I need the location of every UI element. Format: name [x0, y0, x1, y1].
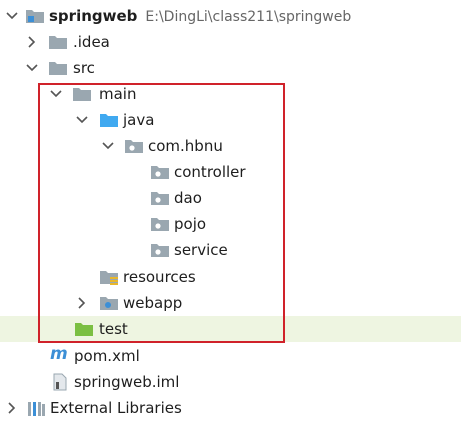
chevron-right-icon[interactable] — [24, 34, 40, 50]
tree-row-iml[interactable]: springweb.iml — [0, 369, 461, 395]
package-icon — [151, 244, 169, 257]
tree-row-dao[interactable]: dao — [0, 185, 461, 211]
tree-row-test[interactable]: test — [0, 316, 461, 342]
package-icon — [151, 218, 169, 231]
chevron-right-icon[interactable] — [4, 400, 20, 416]
tree-row-pom[interactable]: m pom.xml — [0, 343, 461, 369]
source-folder-icon — [100, 114, 118, 127]
chevron-down-icon[interactable] — [100, 138, 116, 154]
tree-row-service[interactable]: service — [0, 237, 461, 263]
tree-row-controller[interactable]: controller — [0, 159, 461, 185]
package-icon — [125, 140, 143, 153]
chevron-down-icon[interactable] — [4, 8, 20, 24]
file-label: springweb.iml — [74, 373, 180, 391]
folder-label: webapp — [123, 294, 183, 312]
tree-row-src[interactable]: src — [0, 55, 461, 81]
folder-icon — [49, 62, 67, 75]
tree-row-project[interactable]: springweb E:\DingLi\class211\springweb — [0, 3, 461, 29]
folder-icon — [73, 88, 91, 101]
tree-row-idea[interactable]: .idea — [0, 29, 461, 55]
folder-label: resources — [123, 268, 196, 286]
folder-label: test — [99, 320, 128, 338]
chevron-down-icon[interactable] — [48, 86, 64, 102]
project-name: springweb E:\DingLi\class211\springweb — [49, 7, 352, 25]
package-label: service — [174, 241, 228, 259]
project-folder-icon — [26, 10, 44, 23]
chevron-down-icon[interactable] — [74, 112, 90, 128]
folder-label: .idea — [73, 33, 110, 51]
file-label: pom.xml — [74, 347, 140, 365]
tree-row-external-libraries[interactable]: External Libraries — [0, 395, 461, 421]
package-icon — [151, 192, 169, 205]
libraries-label: External Libraries — [50, 399, 182, 417]
package-label: pojo — [174, 215, 207, 233]
test-folder-icon — [75, 323, 93, 336]
chevron-right-icon[interactable] — [74, 295, 90, 311]
folder-label: java — [123, 111, 155, 129]
folder-icon — [49, 36, 67, 49]
project-path: E:\DingLi\class211\springweb — [145, 9, 352, 25]
tree-row-webapp[interactable]: webapp — [0, 290, 461, 316]
resources-folder-icon — [100, 271, 118, 285]
tree-row-package[interactable]: com.hbnu — [0, 133, 461, 159]
folder-label: main — [99, 85, 137, 103]
package-label: com.hbnu — [148, 137, 223, 155]
tree-row-resources[interactable]: resources — [0, 264, 461, 290]
web-folder-icon — [100, 297, 118, 310]
tree-row-main[interactable]: main — [0, 81, 461, 107]
package-label: dao — [174, 189, 202, 207]
package-label: controller — [174, 163, 246, 181]
tree-row-java[interactable]: java — [0, 107, 461, 133]
chevron-down-icon[interactable] — [24, 60, 40, 76]
folder-label: src — [73, 59, 95, 77]
tree-row-pojo[interactable]: pojo — [0, 211, 461, 237]
package-icon — [151, 166, 169, 179]
iml-file-icon — [53, 373, 67, 391]
libraries-icon — [28, 402, 45, 416]
maven-icon: m — [50, 344, 68, 364]
